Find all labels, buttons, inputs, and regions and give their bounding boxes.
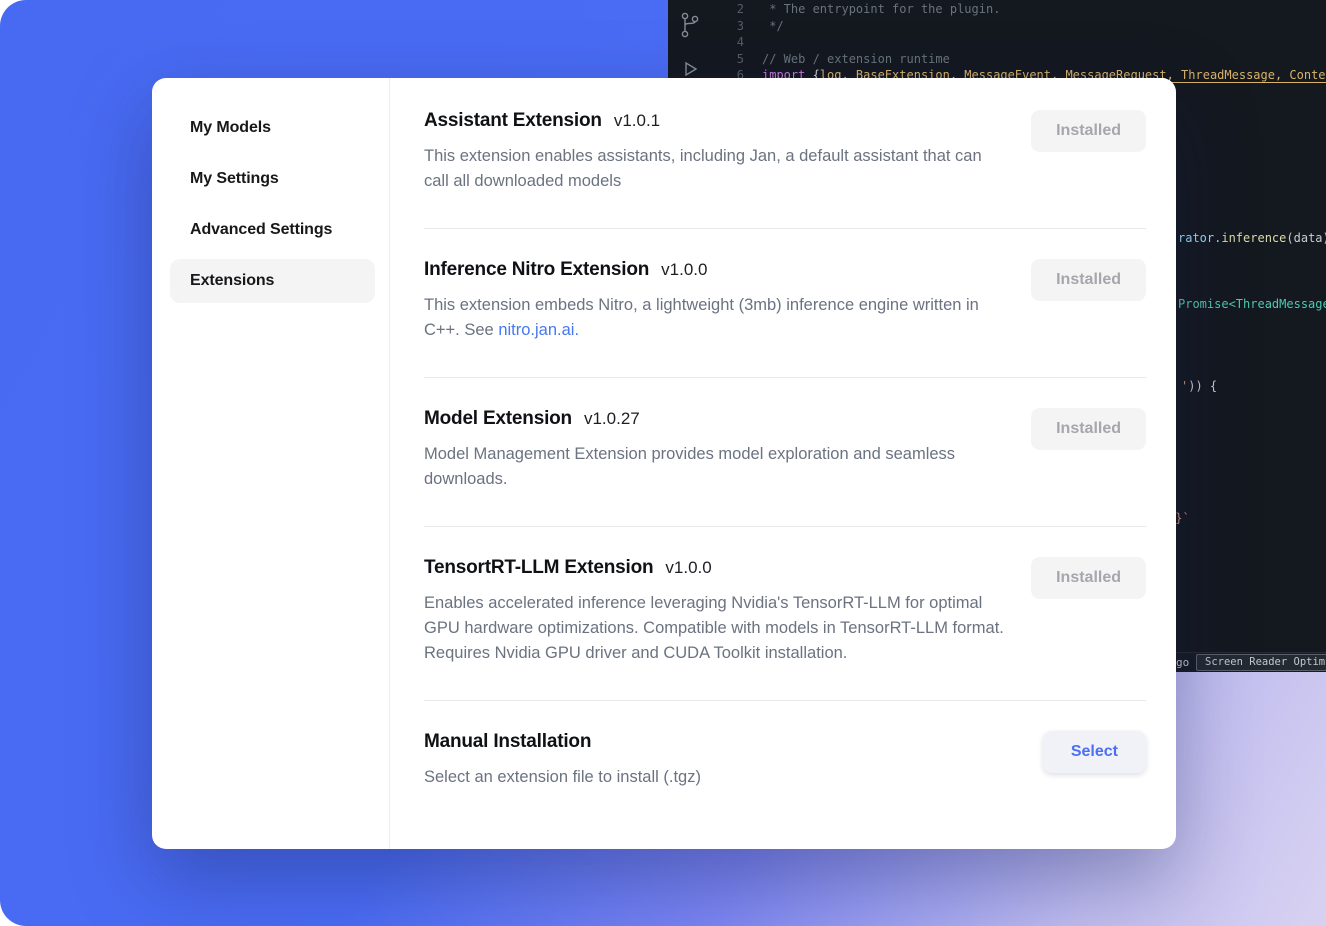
status-bar-text: go (1176, 656, 1189, 669)
sidebar-item-label: My Settings (190, 170, 279, 188)
extension-info: TensortRT-LLM Extension v1.0.0 Enables a… (424, 557, 1007, 666)
code-line: 2 * The entrypoint for the plugin. (712, 1, 1326, 18)
manual-installation-description: Select an extension file to install (.tg… (424, 765, 701, 790)
manual-installation-title: Manual Installation (424, 731, 591, 753)
code-fragment: Promise<ThreadMessage> (1178, 297, 1326, 312)
sidebar-item-my-settings[interactable]: My Settings (170, 157, 375, 201)
sidebar-item-label: Advanced Settings (190, 221, 332, 239)
settings-modal: My Models My Settings Advanced Settings … (152, 78, 1176, 849)
extension-version: v1.0.1 (614, 111, 660, 131)
screen-reader-optimize-chip[interactable]: Screen Reader Optimize (1196, 654, 1326, 671)
extension-row-tensorrt-llm: TensortRT-LLM Extension v1.0.0 Enables a… (424, 527, 1146, 701)
extension-info: Model Extension v1.0.27 Model Management… (424, 408, 1007, 492)
sidebar-item-label: Extensions (190, 272, 274, 290)
extension-name: Model Extension (424, 408, 572, 430)
extension-info: Manual Installation Select an extension … (424, 731, 701, 790)
installed-button[interactable]: Installed (1031, 557, 1146, 599)
extension-name: Inference Nitro Extension (424, 259, 649, 281)
extension-name: TensortRT-LLM Extension (424, 557, 653, 579)
editor-code-area: 2 * The entrypoint for the plugin. 3 */ … (712, 1, 1326, 84)
extension-info: Inference Nitro Extension v1.0.0 This ex… (424, 259, 1007, 343)
sidebar-item-advanced-settings[interactable]: Advanced Settings (170, 208, 375, 252)
extension-version: v1.0.27 (584, 409, 640, 429)
sidebar-item-label: My Models (190, 119, 271, 137)
extension-description: This extension embeds Nitro, a lightweig… (424, 293, 1007, 343)
extension-row-model: Model Extension v1.0.27 Model Management… (424, 378, 1146, 527)
code-fragment: rator.inference(data)); (1178, 231, 1326, 246)
extension-description: This extension enables assistants, inclu… (424, 144, 1007, 194)
line-number: 5 (712, 51, 762, 68)
installed-button[interactable]: Installed (1031, 259, 1146, 301)
settings-sidebar: My Models My Settings Advanced Settings … (152, 78, 390, 849)
line-number: 2 (712, 1, 762, 18)
line-number: 3 (712, 18, 762, 35)
extension-description: Enables accelerated inference leveraging… (424, 591, 1007, 666)
source-control-icon[interactable] (677, 12, 703, 38)
desktop-background: 2 * The entrypoint for the plugin. 3 */ … (0, 0, 1326, 926)
installed-button[interactable]: Installed (1031, 110, 1146, 152)
select-file-button[interactable]: Select (1043, 731, 1146, 773)
extension-version: v1.0.0 (661, 260, 707, 280)
code-line: 4 (712, 34, 1326, 51)
extension-row-assistant: Assistant Extension v1.0.1 This extensio… (424, 78, 1146, 229)
extension-row-inference-nitro: Inference Nitro Extension v1.0.0 This ex… (424, 229, 1146, 378)
extension-name: Assistant Extension (424, 110, 602, 132)
extension-info: Assistant Extension v1.0.1 This extensio… (424, 110, 1007, 194)
extension-description: Model Management Extension provides mode… (424, 442, 1007, 492)
nitro-jan-ai-link[interactable]: nitro.jan.ai. (498, 321, 579, 339)
installed-button[interactable]: Installed (1031, 408, 1146, 450)
code-line: 3 */ (712, 18, 1326, 35)
sidebar-item-extensions[interactable]: Extensions (170, 259, 375, 303)
manual-installation-row: Manual Installation Select an extension … (424, 701, 1146, 816)
sidebar-item-my-models[interactable]: My Models (170, 106, 375, 150)
extension-version: v1.0.0 (665, 558, 711, 578)
line-number: 4 (712, 34, 762, 51)
extensions-panel: Assistant Extension v1.0.1 This extensio… (390, 78, 1176, 849)
code-line: 5// Web / extension runtime (712, 51, 1326, 68)
code-fragment: ')) { (1181, 379, 1217, 394)
